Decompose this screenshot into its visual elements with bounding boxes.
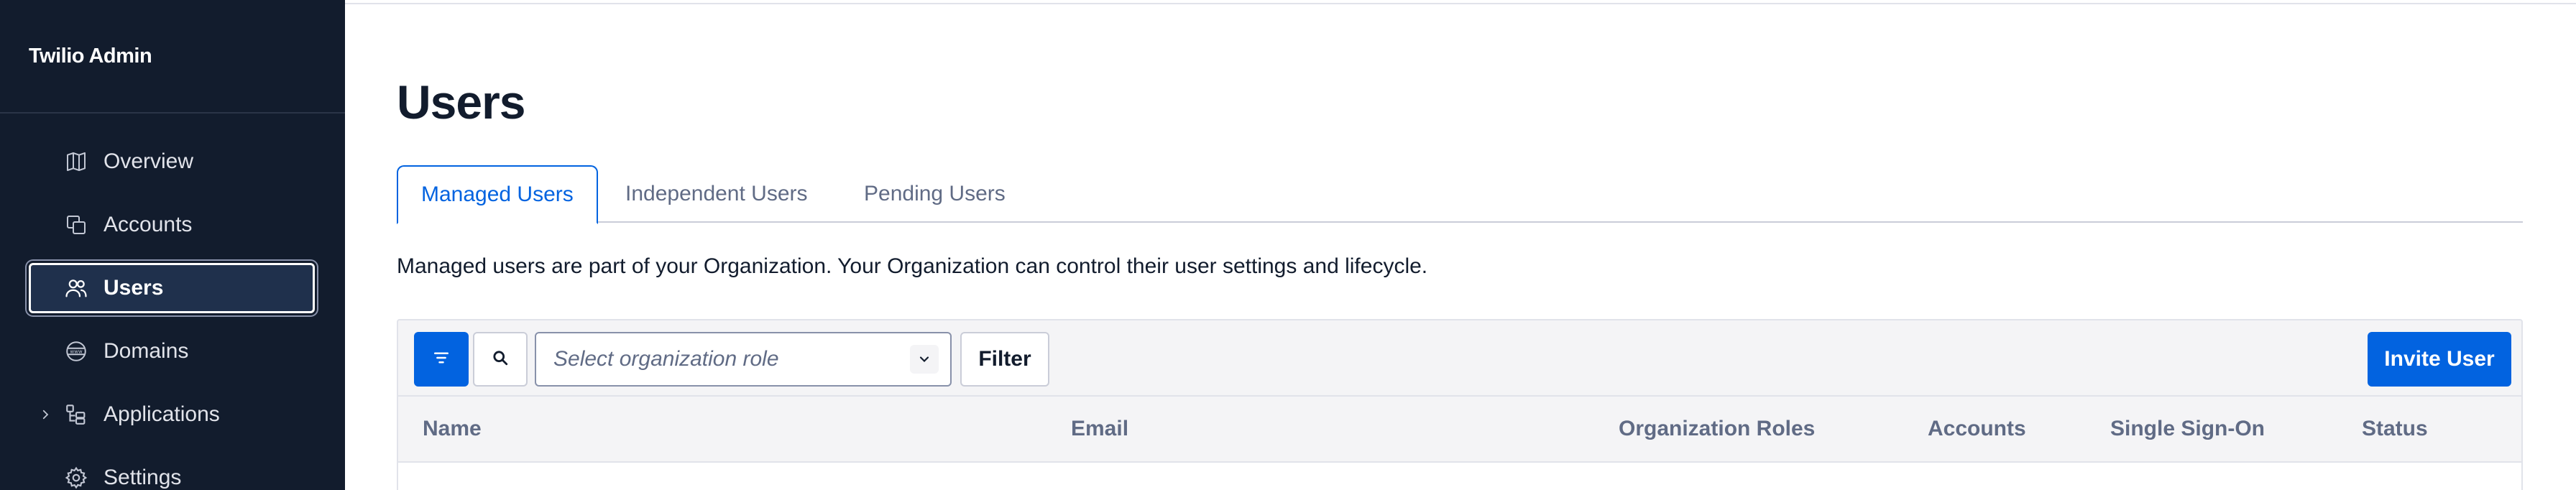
users-icon [63, 275, 89, 301]
search-button[interactable] [473, 332, 528, 387]
column-header-accounts[interactable]: Accounts [1928, 417, 2026, 441]
sidebar-item-users[interactable]: Users [29, 263, 315, 313]
accounts-icon [63, 212, 89, 238]
filter-toolbar: Select organization role Filter Invite U… [397, 319, 2523, 397]
column-header-status[interactable]: Status [2362, 417, 2428, 441]
tab-description: Managed users are part of your Organizat… [397, 254, 1428, 278]
sidebar-item-domains[interactable]: www Domains [29, 326, 315, 376]
sidebar-item-label: Domains [104, 339, 189, 363]
sidebar-item-applications[interactable]: Applications [29, 389, 315, 440]
tab-label: Independent Users [625, 182, 808, 205]
tab-label: Managed Users [421, 182, 574, 206]
tab-label: Pending Users [864, 182, 1006, 205]
sidebar-item-label: Applications [104, 402, 220, 426]
sidebar-item-label: Users [104, 276, 164, 300]
chevron-down-icon [910, 345, 939, 374]
sidebar-item-overview[interactable]: Overview [29, 137, 315, 187]
svg-text:www: www [70, 348, 83, 354]
organization-role-select[interactable]: Select organization role [535, 332, 952, 387]
globe-www-icon: www [63, 338, 89, 364]
chevron-right-icon[interactable] [37, 407, 53, 422]
column-header-organization-roles[interactable]: Organization Roles [1619, 417, 1815, 441]
sidebar-item-label: Settings [104, 466, 182, 489]
tab-managed-users[interactable]: Managed Users [397, 165, 598, 224]
applications-icon [63, 402, 89, 427]
invite-user-button[interactable]: Invite User [2368, 332, 2511, 387]
sidebar-item-label: Accounts [104, 213, 193, 236]
tab-pending-users[interactable]: Pending Users [864, 165, 1006, 223]
sidebar-item-label: Overview [104, 149, 194, 173]
map-icon [63, 149, 89, 175]
gear-icon [63, 465, 89, 490]
top-divider [345, 0, 2576, 4]
filter-button[interactable]: Filter [960, 332, 1049, 387]
tab-list: Managed Users Independent Users Pending … [397, 165, 2523, 224]
sidebar: Twilio Admin Overview Accounts Users www… [0, 0, 345, 490]
sidebar-item-settings[interactable]: Settings [29, 453, 315, 490]
column-header-name[interactable]: Name [423, 417, 482, 441]
app-title: Twilio Admin [29, 45, 152, 68]
role-select-placeholder: Select organization role [553, 347, 779, 371]
column-header-email[interactable]: Email [1071, 417, 1128, 441]
sidebar-item-accounts[interactable]: Accounts [29, 200, 315, 250]
filter-lines-icon [431, 347, 452, 372]
page-title: Users [397, 75, 525, 129]
table-body [397, 463, 2523, 490]
column-header-single-sign-on[interactable]: Single Sign-On [2110, 417, 2265, 441]
table-header: Name Email Organization Roles Accounts S… [397, 397, 2523, 463]
filter-toggle-button[interactable] [414, 332, 469, 387]
sidebar-divider [0, 112, 345, 114]
search-icon [490, 348, 510, 371]
tab-independent-users[interactable]: Independent Users [625, 165, 808, 223]
